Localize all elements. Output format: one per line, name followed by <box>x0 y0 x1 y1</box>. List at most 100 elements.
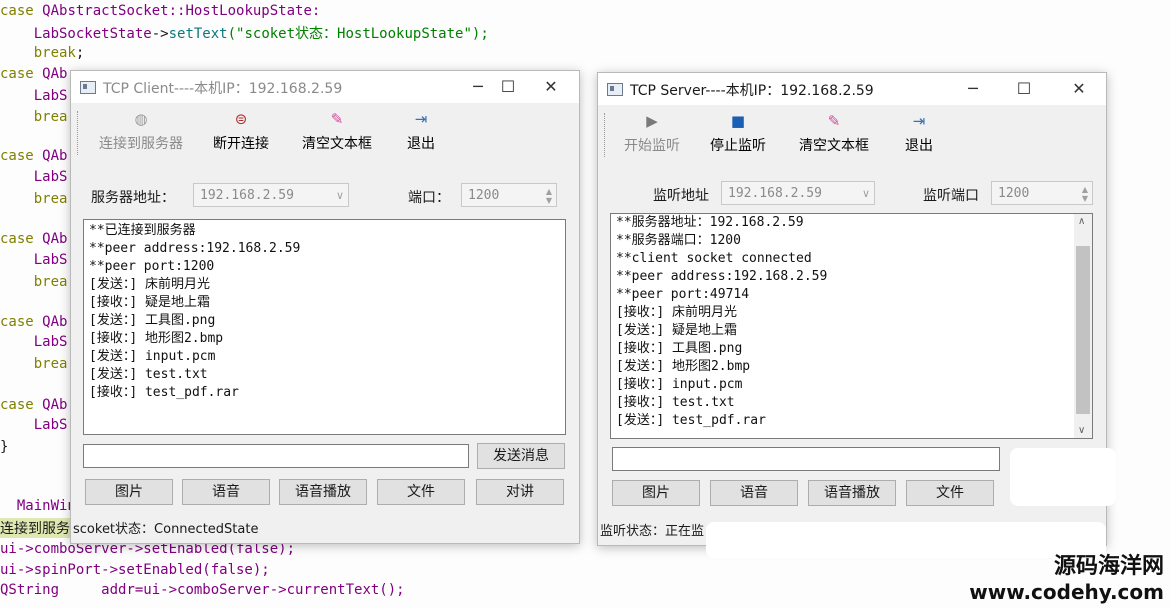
code-text: QAbstractSocket::HostLookupState: <box>42 3 321 19</box>
listen-address-label: 监听地址 <box>653 188 709 204</box>
close-icon[interactable]: ✕ <box>1056 73 1102 105</box>
exit-icon: ⇥ <box>912 112 926 130</box>
code-keyword: case <box>0 66 43 82</box>
log-line: [接收：] input.pcm <box>616 377 743 392</box>
log-line: [接收：] 地形图2.bmp <box>89 331 224 346</box>
code-text: LabS <box>33 417 68 433</box>
code-line: brea <box>0 191 68 207</box>
server-titlebar[interactable]: TCP Server----本机IP：192.168.2.59 ─ ☐ ✕ <box>598 73 1106 105</box>
code-line: } <box>0 439 8 455</box>
code-keyword: case <box>0 3 43 19</box>
voice-play-button[interactable]: 语音播放 <box>279 479 367 505</box>
voice-button[interactable]: 语音 <box>710 480 798 506</box>
stop-listen-button-label: 停止监听 <box>710 138 766 154</box>
exit-button[interactable]: ⇥ 退出 <box>405 109 437 153</box>
server-message-input[interactable] <box>612 447 1000 471</box>
server-address-label: 服务器地址： <box>91 190 175 206</box>
watermark-url: www.codehy.com <box>969 580 1164 604</box>
stop-listen-button[interactable]: ■ 停止监听 <box>706 111 770 155</box>
port-value: 1200 <box>468 188 500 203</box>
code-line: case QAb <box>0 148 67 164</box>
code-text: ui->spinPort->setEnabled(false); <box>0 562 270 578</box>
log-line: [接收：] 床前明月光 <box>616 305 737 320</box>
log-line: [发送：] input.pcm <box>89 349 216 364</box>
voice-button[interactable]: 语音 <box>182 479 270 505</box>
maximize-icon[interactable]: ☐ <box>1001 73 1047 105</box>
disconnect-button[interactable]: ⊜ 断开连接 <box>211 109 271 153</box>
exit-button-label: 退出 <box>407 136 435 152</box>
listen-address-value: 192.168.2.59 <box>728 186 822 201</box>
client-message-input[interactable] <box>83 444 469 468</box>
code-type: QString <box>0 582 60 598</box>
image-button[interactable]: 图片 <box>85 479 173 505</box>
listen-status-text: 监听状态：正在监 <box>600 524 705 539</box>
close-icon[interactable]: ✕ <box>528 71 574 103</box>
code-line: brea <box>0 356 68 372</box>
log-line: [发送：] 疑是地上霜 <box>616 323 737 338</box>
minimize-icon[interactable]: ─ <box>950 73 996 105</box>
code-function: setText <box>168 26 228 42</box>
log-line: **peer port:49714 <box>616 287 750 302</box>
code-line: brea <box>0 274 68 290</box>
server-window-title: TCP Server----本机IP：192.168.2.59 <box>630 83 874 99</box>
intercom-button[interactable]: 对讲 <box>476 479 564 505</box>
toolbar-grip <box>77 111 79 155</box>
file-button[interactable]: 文件 <box>377 479 465 505</box>
code-line: break; <box>0 45 85 61</box>
maximize-icon[interactable]: ☐ <box>485 71 531 103</box>
code-text: LabS <box>33 334 68 350</box>
log-scrollbar[interactable]: ∧ ∨ <box>1074 214 1092 438</box>
port-spinbox[interactable]: 1200 ▲ ▼ <box>461 183 557 207</box>
log-line: **client socket connected <box>616 251 812 266</box>
server-log-textbox[interactable]: **服务器地址：192.168.2.59 **服务器端口：1200 **clie… <box>610 213 1093 439</box>
clear-text-button-label: 清空文本框 <box>799 138 869 154</box>
clear-text-button[interactable]: ✎ 清空文本框 <box>794 111 874 155</box>
code-text: QAb <box>42 397 68 413</box>
client-toolbar: ◍ 连接到服务器 ⊜ 断开连接 ✎ 清空文本框 ⇥ 退出 <box>71 103 579 161</box>
log-line: **peer address:192.168.2.59 <box>89 241 301 256</box>
disconnect-button-label: 断开连接 <box>213 136 269 152</box>
clear-text-button[interactable]: ✎ 清空文本框 <box>297 109 377 153</box>
exit-button-label: 退出 <box>905 138 933 154</box>
app-window-icon <box>80 81 96 94</box>
code-keyword: break <box>33 45 76 61</box>
play-icon: ▶ <box>646 112 658 130</box>
spin-arrows-icon: ▲ ▼ <box>1081 185 1088 203</box>
code-text: MainWin <box>16 498 76 514</box>
code-line: case QAb <box>0 397 67 413</box>
start-listen-button[interactable]: ▶ 开始监听 <box>620 111 684 155</box>
code-string: ("scoket状态：HostLookupState"); <box>227 26 489 42</box>
client-log-textbox[interactable]: **已连接到服务器 **peer address:192.168.2.59 **… <box>83 219 566 435</box>
tcp-client-window: TCP Client----本机IP：192.168.2.59 ─ ☐ ✕ ◍ … <box>70 70 580 544</box>
exit-button[interactable]: ⇥ 退出 <box>903 111 935 155</box>
file-button[interactable]: 文件 <box>906 480 994 506</box>
listen-port-value: 1200 <box>998 186 1030 201</box>
redaction-patch <box>706 522 1106 558</box>
connect-button[interactable]: ◍ 连接到服务器 <box>93 109 189 153</box>
code-text: LabS <box>33 252 68 268</box>
scroll-down-icon[interactable]: ∨ <box>1078 425 1085 436</box>
code-line: case QAb <box>0 314 67 330</box>
scroll-up-icon[interactable]: ∧ <box>1078 216 1085 227</box>
chevron-down-icon: ∨ <box>861 187 870 200</box>
listen-port-spinbox[interactable]: 1200 ▲ ▼ <box>991 181 1093 205</box>
code-keyword: brea <box>33 109 68 125</box>
log-line: **已连接到服务器 <box>89 223 196 238</box>
listen-address-combo[interactable]: 192.168.2.59 ∨ <box>721 181 875 205</box>
code-line: LabS <box>0 252 68 268</box>
port-label: 端口： <box>408 190 450 206</box>
image-button[interactable]: 图片 <box>612 480 700 506</box>
scrollbar-thumb[interactable] <box>1076 246 1090 414</box>
start-listen-button-label: 开始监听 <box>624 138 680 154</box>
code-line: LabS <box>0 334 68 350</box>
code-object: LabSocketState <box>33 26 152 42</box>
server-address-combo[interactable]: 192.168.2.59 ∨ <box>193 183 349 207</box>
voice-play-button[interactable]: 语音播放 <box>808 480 896 506</box>
send-message-button[interactable]: 发送消息 <box>477 443 565 469</box>
code-keyword: case <box>0 231 43 247</box>
code-text: QAb <box>42 231 68 247</box>
connect-icon: ◍ <box>134 110 148 128</box>
client-titlebar[interactable]: TCP Client----本机IP：192.168.2.59 ─ ☐ ✕ <box>71 71 579 103</box>
